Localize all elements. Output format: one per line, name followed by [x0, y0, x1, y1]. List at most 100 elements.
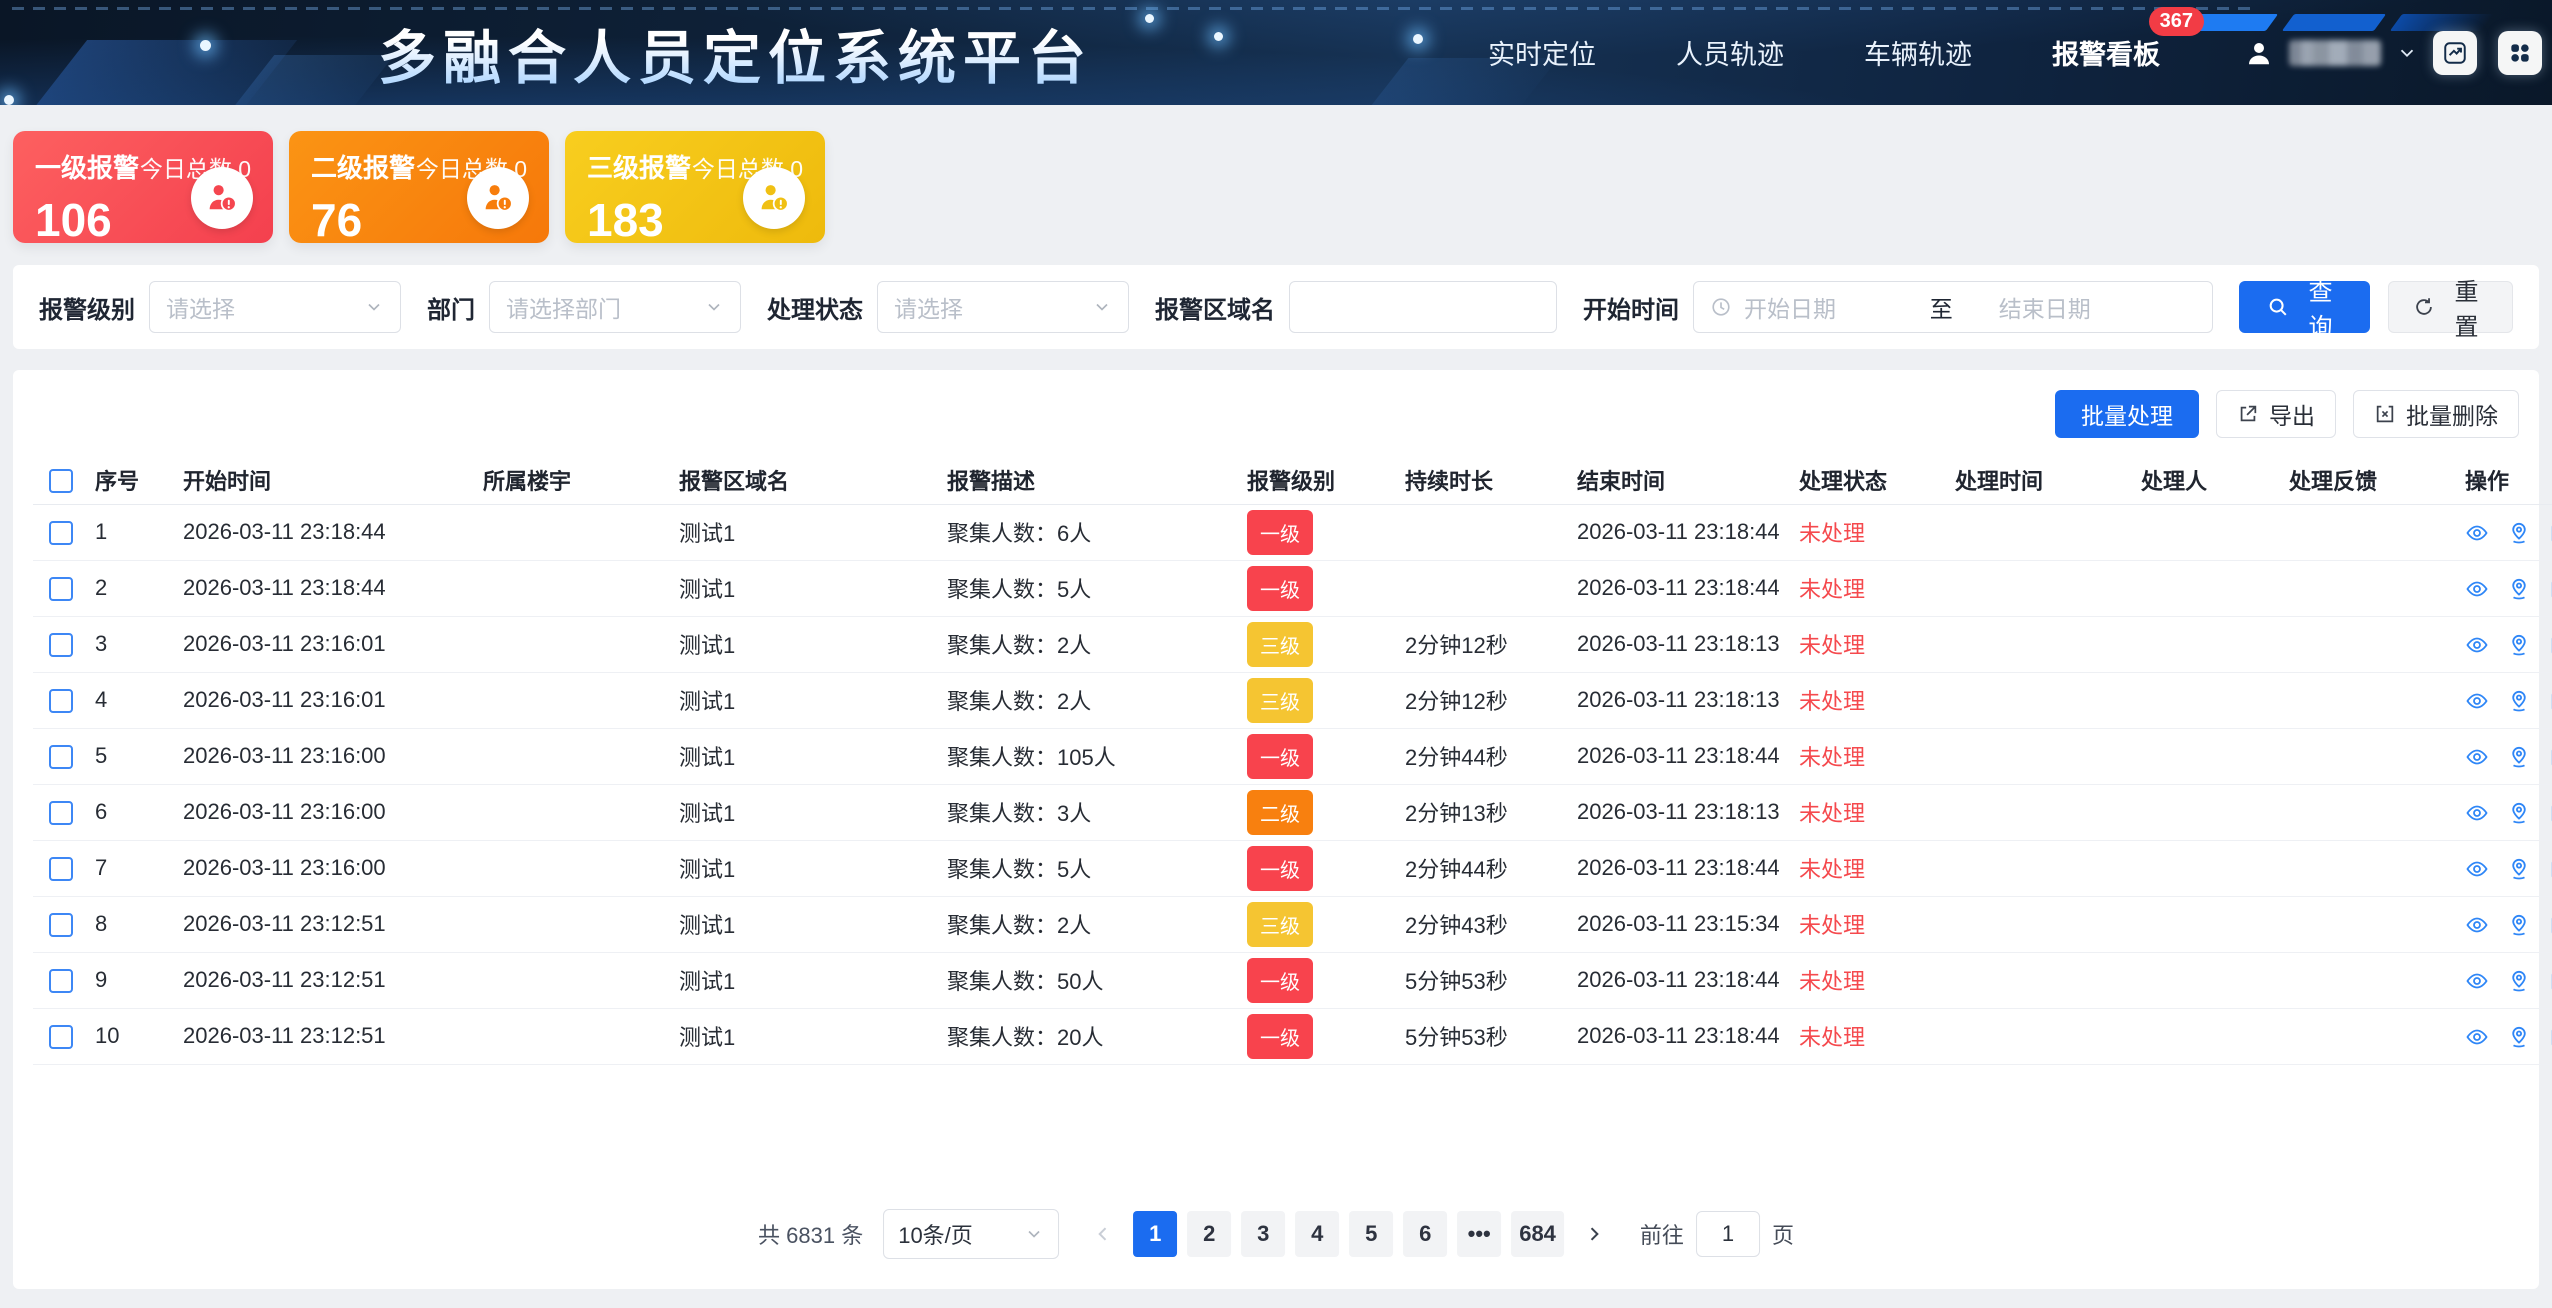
- level-select[interactable]: 请选择: [149, 281, 401, 333]
- level-badge: 一级: [1247, 734, 1313, 779]
- row-checkbox[interactable]: [49, 577, 73, 601]
- col-feedback: 处理反馈: [2283, 456, 2459, 504]
- cell-no: 3: [89, 616, 177, 672]
- cell-handler: [2135, 672, 2283, 728]
- locate-pin-icon[interactable]: [2507, 521, 2531, 545]
- table-row: 4 2026-03-11 23:16:01 测试1 聚集人数：2人 三级 2分钟…: [33, 672, 2552, 728]
- card-level3-alarm: 三级报警 今日总数 0 183: [565, 131, 825, 243]
- cell-area-name: 测试1: [673, 616, 941, 672]
- row-checkbox[interactable]: [49, 969, 73, 993]
- chevron-down-icon: [1024, 1224, 1044, 1244]
- next-page-button[interactable]: [1574, 1211, 1614, 1257]
- page-unit-label: 页: [1772, 1218, 1794, 1250]
- locate-pin-icon[interactable]: [2507, 633, 2531, 657]
- cell-description: 聚集人数：50人: [941, 952, 1241, 1008]
- area-name-input[interactable]: [1289, 281, 1557, 333]
- clock-icon: [1710, 296, 1732, 318]
- export-button[interactable]: 导出: [2216, 390, 2336, 438]
- view-icon[interactable]: [2465, 689, 2489, 713]
- reset-button[interactable]: 重置: [2388, 281, 2513, 333]
- goto-page-input[interactable]: 1: [1696, 1211, 1760, 1257]
- view-icon[interactable]: [2465, 521, 2489, 545]
- row-checkbox[interactable]: [49, 1025, 73, 1049]
- view-icon[interactable]: [2465, 745, 2489, 769]
- page-button-1[interactable]: 1: [1133, 1211, 1177, 1257]
- cell-no: 10: [89, 1008, 177, 1064]
- cell-building: [477, 840, 673, 896]
- user-name-blurred[interactable]: [2289, 40, 2381, 66]
- batch-process-button[interactable]: 批量处理: [2055, 390, 2199, 438]
- table-row: 10 2026-03-11 23:12:51 测试1 聚集人数：20人 一级 5…: [33, 1008, 2552, 1064]
- view-icon[interactable]: [2465, 857, 2489, 881]
- cell-start-time: 2026-03-11 23:16:01: [177, 616, 477, 672]
- cell-building: [477, 560, 673, 616]
- page-button-6[interactable]: 6: [1403, 1211, 1447, 1257]
- alarm-summary-cards: 一级报警 今日总数 0 106 二级报警 今日总数 0 76 三级报警 今日总数…: [13, 131, 2539, 243]
- alarm-table: 序号 开始时间 所属楼宇 报警区域名 报警描述 报警级别 持续时长 结束时间 处…: [33, 456, 2552, 1065]
- locate-pin-icon[interactable]: [2507, 1025, 2531, 1049]
- end-date-placeholder: 结束日期: [1999, 290, 2196, 324]
- view-icon[interactable]: [2465, 913, 2489, 937]
- row-checkbox[interactable]: [49, 857, 73, 881]
- col-handle-time: 处理时间: [1949, 456, 2135, 504]
- batch-delete-button[interactable]: 批量删除: [2353, 390, 2519, 438]
- level-badge: 一级: [1247, 846, 1313, 891]
- row-checkbox[interactable]: [49, 689, 73, 713]
- date-range-picker[interactable]: 开始日期 至 结束日期: [1693, 281, 2213, 333]
- status-select[interactable]: 请选择: [877, 281, 1129, 333]
- view-icon[interactable]: [2465, 577, 2489, 601]
- pagination: 共 6831 条 10条/页 1 2 3 4 5 6 ••• 684 前往 1 …: [758, 1209, 1794, 1259]
- locate-pin-icon[interactable]: [2507, 801, 2531, 825]
- row-checkbox[interactable]: [49, 521, 73, 545]
- locate-pin-icon[interactable]: [2507, 689, 2531, 713]
- cell-no: 7: [89, 840, 177, 896]
- cell-duration: 2分钟13秒: [1399, 784, 1571, 840]
- page-button-2[interactable]: 2: [1187, 1211, 1231, 1257]
- row-checkbox[interactable]: [49, 633, 73, 657]
- cell-handler: [2135, 504, 2283, 560]
- row-checkbox[interactable]: [49, 745, 73, 769]
- nav-item-alarm-board[interactable]: 报警看板 367: [2052, 33, 2160, 72]
- cell-building: [477, 728, 673, 784]
- locate-pin-icon[interactable]: [2507, 857, 2531, 881]
- deco-glow-dot: [1214, 32, 1223, 41]
- locate-pin-icon[interactable]: [2507, 913, 2531, 937]
- chevron-down-icon[interactable]: [2396, 42, 2418, 64]
- search-button[interactable]: 查询: [2239, 281, 2370, 333]
- delete-box-icon: [2374, 403, 2396, 425]
- page-title: 多融合人员定位系统平台: [378, 11, 1093, 95]
- locate-pin-icon[interactable]: [2507, 745, 2531, 769]
- nav-item-vehicle-track[interactable]: 车辆轨迹: [1864, 33, 1972, 72]
- cell-end-time: 2026-03-11 23:18:13: [1571, 784, 1793, 840]
- apps-grid-icon[interactable]: [2498, 31, 2542, 75]
- nav-item-person-track[interactable]: 人员轨迹: [1676, 33, 1784, 72]
- locate-pin-icon[interactable]: [2507, 969, 2531, 993]
- select-all-checkbox[interactable]: [49, 469, 73, 493]
- cell-end-time: 2026-03-11 23:18:13: [1571, 672, 1793, 728]
- nav-item-realtime[interactable]: 实时定位: [1488, 33, 1596, 72]
- cell-area-name: 测试1: [673, 784, 941, 840]
- row-checkbox[interactable]: [49, 913, 73, 937]
- chart-shortcut-button[interactable]: [2433, 31, 2477, 75]
- cell-handler: [2135, 1008, 2283, 1064]
- cell-handle-time: [1949, 560, 2135, 616]
- dept-select[interactable]: 请选择部门: [489, 281, 741, 333]
- table-header-row: 序号 开始时间 所属楼宇 报警区域名 报警描述 报警级别 持续时长 结束时间 处…: [33, 456, 2552, 504]
- more-pages-button[interactable]: •••: [1457, 1211, 1501, 1257]
- view-icon[interactable]: [2465, 969, 2489, 993]
- row-checkbox[interactable]: [49, 801, 73, 825]
- page-size-select[interactable]: 10条/页: [883, 1209, 1059, 1259]
- table-row: 6 2026-03-11 23:16:00 测试1 聚集人数：3人 二级 2分钟…: [33, 784, 2552, 840]
- locate-pin-icon[interactable]: [2507, 577, 2531, 601]
- view-icon[interactable]: [2465, 1025, 2489, 1049]
- cell-duration: [1399, 504, 1571, 560]
- cell-end-time: 2026-03-11 23:18:44: [1571, 504, 1793, 560]
- page-button-last[interactable]: 684: [1511, 1211, 1564, 1257]
- prev-page-button[interactable]: [1083, 1211, 1123, 1257]
- page-button-5[interactable]: 5: [1349, 1211, 1393, 1257]
- view-icon[interactable]: [2465, 633, 2489, 657]
- cell-area-name: 测试1: [673, 896, 941, 952]
- page-button-3[interactable]: 3: [1241, 1211, 1285, 1257]
- page-button-4[interactable]: 4: [1295, 1211, 1339, 1257]
- view-icon[interactable]: [2465, 801, 2489, 825]
